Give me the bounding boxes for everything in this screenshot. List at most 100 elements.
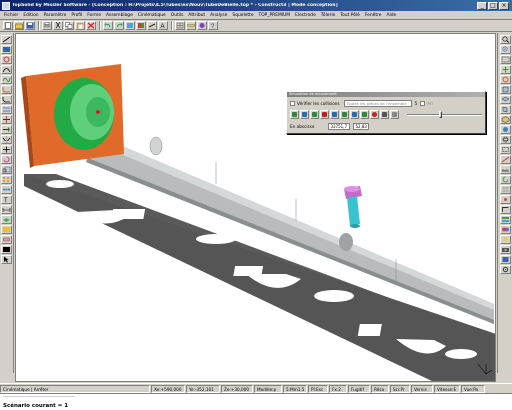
undo-icon[interactable] <box>103 21 113 30</box>
spline-icon[interactable] <box>1 75 12 84</box>
position-value-field[interactable]: 33751,7 <box>328 123 351 130</box>
close-button[interactable]: × <box>499 1 509 10</box>
refresh-icon[interactable] <box>499 175 511 184</box>
menu-fenetre[interactable]: Fenêtre <box>365 13 382 18</box>
rotate-view-icon[interactable] <box>499 75 511 84</box>
layer-view-icon[interactable] <box>499 215 511 224</box>
menu-edition[interactable]: Edition <box>23 13 38 18</box>
shaded-icon[interactable] <box>499 125 511 134</box>
hidden-line-icon[interactable] <box>499 145 511 154</box>
option-checkbox[interactable] <box>420 101 426 106</box>
paste-icon[interactable] <box>75 21 85 30</box>
erase-icon[interactable] <box>1 235 12 244</box>
extend-icon[interactable] <box>1 125 12 134</box>
color-view-icon[interactable] <box>499 225 511 234</box>
collision-checkbox[interactable] <box>290 101 295 106</box>
wireframe-icon[interactable] <box>499 135 511 144</box>
move-icon[interactable] <box>1 145 12 154</box>
step-forward-button[interactable] <box>350 110 359 119</box>
mirror-icon[interactable] <box>1 135 12 144</box>
text-icon[interactable]: A <box>158 21 168 30</box>
maximize-button[interactable]: □ <box>488 1 498 10</box>
text-tool-icon[interactable]: T <box>1 195 12 204</box>
play-button[interactable] <box>340 110 349 119</box>
status-fugitif[interactable]: Fugitif <box>348 384 370 393</box>
side-view-icon[interactable] <box>499 105 511 114</box>
color-tool-icon[interactable] <box>1 225 12 234</box>
select-icon[interactable] <box>1 255 12 264</box>
snap-icon[interactable] <box>499 195 511 204</box>
layer-tool-icon[interactable] <box>1 215 12 224</box>
go-end-button[interactable] <box>360 110 369 119</box>
menu-squelette[interactable]: Squelette <box>232 13 253 18</box>
menu-outils[interactable]: Outils <box>171 13 184 18</box>
camera-icon[interactable] <box>499 245 511 254</box>
layer-icon[interactable] <box>125 21 135 30</box>
iso-view-icon[interactable] <box>499 115 511 124</box>
help-icon[interactable]: ? <box>208 21 218 30</box>
grid-view-icon[interactable] <box>499 185 511 194</box>
settings-icon[interactable] <box>499 265 511 274</box>
cut-icon[interactable] <box>53 21 63 30</box>
stop-button[interactable] <box>320 110 329 119</box>
rotate-icon[interactable] <box>1 155 12 164</box>
rectangle-icon[interactable] <box>1 45 12 54</box>
timeline-slider[interactable] <box>407 111 482 118</box>
play-back-button[interactable] <box>310 110 319 119</box>
status-speed[interactable]: Vitesse:E <box>434 384 460 393</box>
open-folder-icon[interactable] <box>14 21 24 30</box>
menu-fichier[interactable]: Fichier <box>4 13 18 18</box>
zoom-out-icon[interactable] <box>499 45 511 54</box>
zoom-in-icon[interactable] <box>499 35 511 44</box>
graphics-viewport[interactable]: Simulation de mouvement Vérifier les col… <box>15 33 496 382</box>
measure-icon[interactable] <box>186 21 196 30</box>
top-view-icon[interactable] <box>499 95 511 104</box>
status-vernis[interactable]: Vernis <box>411 384 433 393</box>
position-secondary-field[interactable]: 52,83 <box>353 123 370 130</box>
ortho-icon[interactable] <box>499 205 511 214</box>
copy-icon[interactable] <box>64 21 74 30</box>
save-view-icon[interactable] <box>499 255 511 264</box>
settings-button[interactable] <box>390 110 399 119</box>
fillet-icon[interactable] <box>1 85 12 94</box>
parts-select[interactable]: Toutes les pièces de l'ensemble <box>343 100 412 107</box>
black-square-icon[interactable] <box>1 245 12 254</box>
menu-attribut[interactable]: Attribut <box>188 13 205 18</box>
redo-icon[interactable] <box>114 21 124 30</box>
app-icon[interactable] <box>2 1 10 10</box>
step-back-button[interactable] <box>300 110 309 119</box>
menu-forme[interactable]: Forme <box>87 13 101 18</box>
zoom-window-icon[interactable] <box>499 55 511 64</box>
menu-parametre[interactable]: Paramètre <box>44 13 67 18</box>
camera-button[interactable] <box>380 110 389 119</box>
trim-icon[interactable] <box>1 115 12 124</box>
delete-icon[interactable] <box>86 21 96 30</box>
timeline-slider-thumb[interactable] <box>439 111 443 118</box>
menu-tolerie[interactable]: Tôlerie <box>321 13 335 18</box>
command-line[interactable]: ----------------------------------------… <box>0 393 512 410</box>
status-view[interactable]: Vue:Pa <box>461 384 485 393</box>
menu-tout-pole[interactable]: Tout Pôlé <box>340 13 360 18</box>
arc-icon[interactable] <box>1 65 12 74</box>
section-icon[interactable] <box>499 155 511 164</box>
front-view-icon[interactable] <box>499 85 511 94</box>
circle-icon[interactable] <box>1 55 12 64</box>
dimension-icon[interactable] <box>1 205 12 214</box>
light-icon[interactable] <box>499 235 511 244</box>
line-icon[interactable] <box>1 35 12 44</box>
status-resa[interactable]: Résa <box>371 384 389 393</box>
scale-icon[interactable] <box>1 165 12 174</box>
chamfer-icon[interactable] <box>1 95 12 104</box>
minimize-button[interactable]: _ <box>477 1 487 10</box>
offset-icon[interactable] <box>1 105 12 114</box>
go-start-button[interactable] <box>290 110 299 119</box>
color-icon[interactable] <box>136 21 146 30</box>
pattern-icon[interactable] <box>1 185 12 194</box>
new-file-icon[interactable] <box>3 21 13 30</box>
measure-view-icon[interactable] <box>499 165 511 174</box>
menu-aide[interactable]: Aide <box>386 13 396 18</box>
save-icon[interactable] <box>25 21 35 30</box>
style-icon[interactable] <box>147 21 157 30</box>
menu-profil[interactable]: Profil <box>71 13 82 18</box>
pause-button[interactable] <box>330 110 339 119</box>
